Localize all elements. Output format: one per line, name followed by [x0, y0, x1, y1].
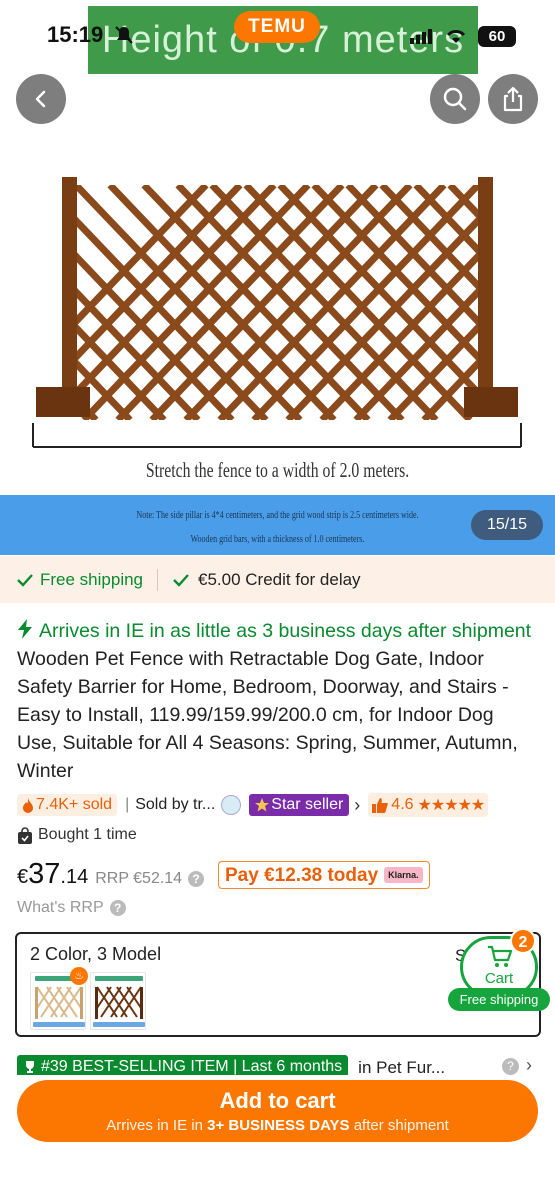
free-shipping-item: Free shipping: [0, 570, 143, 590]
cart-icon: [488, 945, 513, 967]
arrival-estimate: Arrives in IE in as little as 3 business…: [39, 620, 532, 642]
variant-label: 2 Color, 3 Model: [30, 944, 162, 964]
share-button[interactable]: [488, 74, 538, 124]
temu-logo: TEMU: [234, 11, 320, 43]
add-to-cart-label: Add to cart: [219, 1088, 336, 1113]
star-icon: [255, 798, 270, 812]
whats-rrp-label: What's RRP: [17, 899, 104, 916]
status-time: 15:19: [47, 22, 104, 47]
price-cents: .14: [60, 866, 89, 888]
rating-stars: ★★★★★: [417, 797, 486, 814]
chevron-right-icon[interactable]: ›: [526, 1055, 532, 1075]
cart-free-shipping-badge: Free shipping: [448, 988, 550, 1011]
bought-info: Bought 1 time: [17, 826, 137, 844]
delivery-suffix: after shipment: [349, 1117, 449, 1134]
wooden-fence-image: [32, 177, 522, 448]
best-selling-row[interactable]: #39 BEST-SELLING ITEM | Last 6 months in…: [17, 1055, 547, 1075]
chevron-left-icon: [35, 90, 46, 108]
flame-icon: [23, 797, 33, 813]
wifi-icon: [446, 30, 466, 43]
klarna-logo: Klarna.: [384, 867, 423, 883]
divider: [157, 568, 159, 591]
meta-row: 7.4K+ sold | Sold by tr... Star seller ›…: [17, 792, 547, 818]
rrp-price: RRP €52.14: [95, 870, 183, 887]
variant-thumb-dark[interactable]: [90, 972, 146, 1030]
best-selling-label: #39 BEST-SELLING ITEM | Last 6 months: [41, 1058, 343, 1075]
star-seller-badge[interactable]: Star seller: [249, 794, 350, 816]
product-image-gallery[interactable]: Height of 0.7 meters TEMU 15:19 60: [0, 0, 555, 555]
sold-by[interactable]: Sold by tr...: [135, 796, 215, 814]
add-to-cart-delivery: Arrives in IE in 3+ BUSINESS DAYS after …: [17, 1117, 538, 1134]
delivery-prefix: Arrives in IE in: [106, 1117, 208, 1134]
battery-indicator: 60: [478, 26, 516, 47]
free-shipping-label: Free shipping: [40, 569, 144, 589]
check-icon: [173, 573, 189, 587]
fire-icon: ♨: [70, 967, 88, 985]
search-icon: [443, 87, 467, 111]
credit-label: €5.00 Credit for delay: [198, 569, 361, 589]
pay-today-badge[interactable]: Pay €12.38 today Klarna.: [218, 861, 430, 889]
best-selling-badge: #39 BEST-SELLING ITEM | Last 6 months: [17, 1055, 349, 1075]
thumb-footer: [93, 1022, 145, 1027]
sold-count: 7.4K+ sold: [36, 796, 113, 813]
help-icon: ?: [109, 900, 126, 916]
back-button[interactable]: [16, 74, 66, 124]
check-icon: [17, 573, 33, 587]
search-button[interactable]: [430, 74, 480, 124]
note-line-1: Note: The side pillar is 4*4 centimeters…: [136, 510, 419, 521]
separator: |: [125, 796, 130, 813]
share-icon: [503, 86, 523, 112]
stretch-caption: Stretch the fence to a width of 2.0 mete…: [145, 458, 410, 482]
product-name: Wooden Pet Fence with Retractable Dog Ga…: [17, 648, 518, 782]
price-currency: €: [17, 866, 29, 888]
image-counter: 15/15: [471, 510, 543, 540]
price-whole: 37: [28, 858, 61, 890]
credit-item: €5.00 Credit for delay: [172, 570, 361, 590]
star-seller-label: Star seller: [271, 796, 344, 813]
chevron-right-icon[interactable]: ›: [354, 795, 360, 816]
bought-label: Bought 1 time: [38, 826, 137, 843]
store-logo[interactable]: [221, 795, 242, 815]
help-icon[interactable]: ?: [502, 1058, 519, 1075]
thumbs-up-icon: [372, 797, 389, 813]
product-title: Arrives in IE in as little as 3 business…: [17, 617, 539, 785]
signal-icon: [410, 29, 432, 44]
sold-count-badge: 7.4K+ sold: [17, 794, 118, 816]
bell-mute-icon: [115, 26, 133, 44]
rating-value: 4.6: [391, 796, 414, 813]
whats-rrp-link[interactable]: What's RRP ?: [17, 899, 126, 917]
cart-label: Cart: [484, 970, 514, 987]
shopping-bag-icon: [18, 826, 32, 844]
thumb-footer: [33, 1022, 85, 1027]
shipping-strip[interactable]: Free shipping €5.00 Credit for delay: [0, 556, 555, 603]
delivery-days: 3+ BUSINESS DAYS: [207, 1117, 350, 1134]
trophy-icon: [26, 1061, 34, 1073]
best-selling-category: in Pet Fur...: [358, 1058, 446, 1075]
note-line-2: Wooden grid bars, with a thickness of 1.…: [190, 534, 365, 545]
add-to-cart-button[interactable]: Add to cart Arrives in IE in 3+ BUSINESS…: [17, 1080, 538, 1142]
price-row: € 37 .14 RRP €52.14 ?: [17, 858, 205, 892]
help-icon[interactable]: ?: [188, 871, 205, 887]
lightning-icon: [18, 619, 32, 639]
pay-today-label: Pay €12.38 today: [225, 864, 379, 886]
cart-count-badge: 2: [510, 928, 536, 954]
rating-badge[interactable]: 4.6 ★★★★★: [368, 793, 489, 817]
